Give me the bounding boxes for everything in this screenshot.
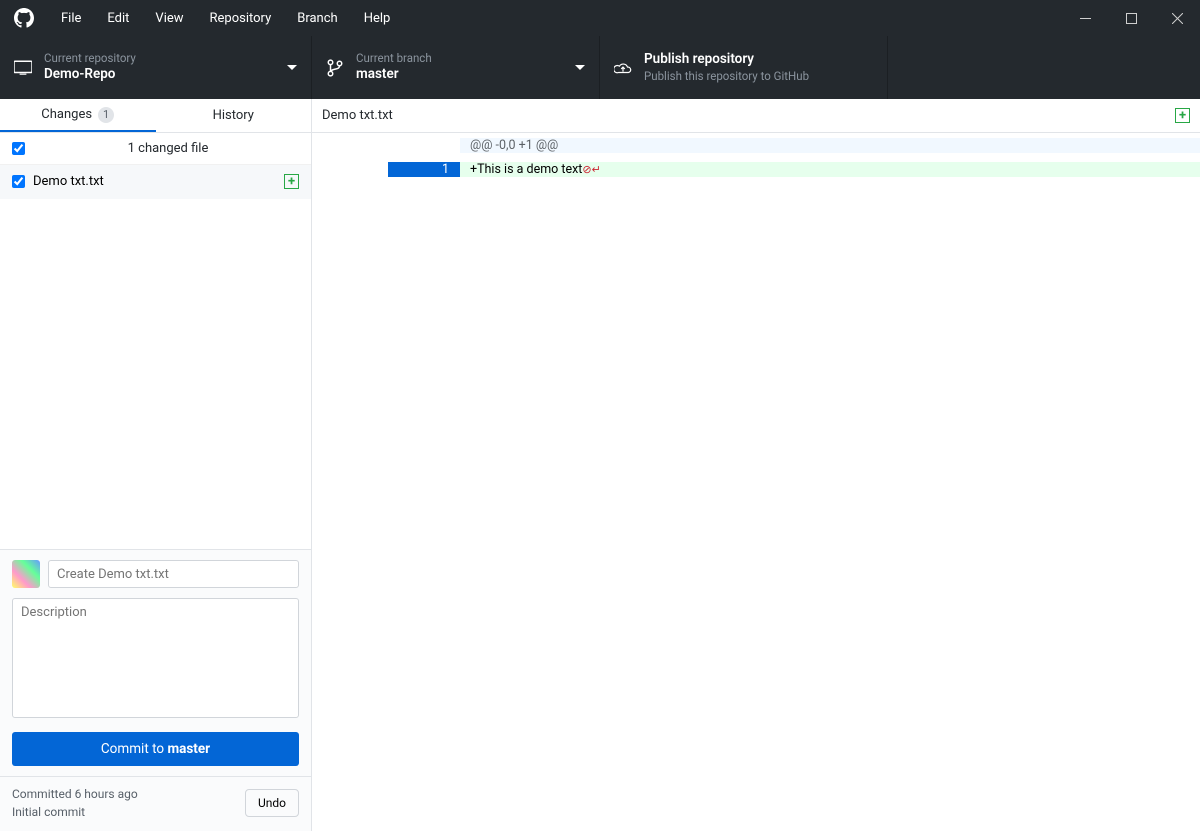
last-commit-message: Initial commit bbox=[12, 803, 138, 821]
menu-help[interactable]: Help bbox=[351, 0, 404, 36]
file-name: Demo txt.txt bbox=[33, 174, 284, 189]
changes-count-badge: 1 bbox=[98, 107, 114, 123]
publish-repository-title: Publish repository bbox=[644, 51, 809, 69]
select-all-checkbox[interactable] bbox=[12, 142, 25, 155]
publish-repository-subtitle: Publish this repository to GitHub bbox=[644, 69, 809, 84]
diff-file-name: Demo txt.txt bbox=[322, 108, 393, 123]
tab-changes[interactable]: Changes 1 bbox=[0, 99, 156, 132]
toolbar-spacer bbox=[888, 36, 1200, 99]
menu-view[interactable]: View bbox=[142, 0, 196, 36]
window-controls bbox=[1062, 0, 1200, 36]
commit-description-input[interactable] bbox=[12, 598, 299, 718]
current-repository-name: Demo-Repo bbox=[44, 66, 136, 84]
diff-header: Demo txt.txt + bbox=[312, 99, 1200, 133]
diff-line-addition[interactable]: 1 +This is a demo text⊘↵ bbox=[312, 157, 1200, 181]
current-repository-sublabel: Current repository bbox=[44, 51, 136, 66]
chevron-down-icon bbox=[287, 63, 297, 73]
chevron-down-icon bbox=[575, 63, 585, 73]
file-list-header-label: 1 changed file bbox=[37, 141, 299, 156]
maximize-button[interactable] bbox=[1108, 0, 1154, 36]
cloud-upload-icon bbox=[614, 59, 632, 77]
current-branch-dropdown[interactable]: Current branch master bbox=[312, 36, 600, 99]
toolbar: Current repository Demo-Repo Current bra… bbox=[0, 36, 1200, 99]
menu-branch[interactable]: Branch bbox=[284, 0, 350, 36]
diff-body: @@ -0,0 +1 @@ 1 +This is a demo text⊘↵ bbox=[312, 133, 1200, 181]
left-panel: Changes 1 History 1 changed file Demo tx… bbox=[0, 99, 312, 831]
undo-button[interactable]: Undo bbox=[245, 789, 299, 817]
commit-summary-input[interactable] bbox=[48, 560, 299, 588]
avatar bbox=[12, 560, 40, 588]
titlebar: File Edit View Repository Branch Help bbox=[0, 0, 1200, 36]
left-tabs: Changes 1 History bbox=[0, 99, 311, 133]
commit-button[interactable]: Commit to master bbox=[12, 732, 299, 766]
last-commit-footer: Committed 6 hours ago Initial commit Und… bbox=[0, 776, 311, 831]
file-checkbox[interactable] bbox=[12, 175, 25, 188]
last-commit-time: Committed 6 hours ago bbox=[12, 785, 138, 803]
diff-line-content: +This is a demo text⊘↵ bbox=[460, 162, 1200, 177]
no-newline-icon: ⊘↵ bbox=[582, 163, 600, 176]
tab-changes-label: Changes bbox=[41, 107, 92, 122]
diff-hunk-text: @@ -0,0 +1 @@ bbox=[460, 138, 1200, 153]
tab-history[interactable]: History bbox=[156, 99, 312, 132]
diff-panel: Demo txt.txt + @@ -0,0 +1 @@ 1 +This is … bbox=[312, 99, 1200, 831]
close-button[interactable] bbox=[1154, 0, 1200, 36]
file-added-icon: + bbox=[284, 174, 299, 189]
menu-file[interactable]: File bbox=[48, 0, 94, 36]
monitor-icon bbox=[14, 59, 32, 77]
diff-expand-icon[interactable]: + bbox=[1175, 108, 1190, 123]
publish-repository-button[interactable]: Publish repository Publish this reposito… bbox=[600, 36, 888, 99]
commit-form: Commit to master bbox=[0, 549, 311, 776]
diff-hunk-header: @@ -0,0 +1 @@ bbox=[312, 133, 1200, 157]
commit-button-branch: master bbox=[167, 741, 210, 757]
current-branch-sublabel: Current branch bbox=[356, 51, 432, 66]
content-area: Changes 1 History 1 changed file Demo tx… bbox=[0, 99, 1200, 831]
file-item[interactable]: Demo txt.txt + bbox=[0, 165, 311, 199]
menu-repository[interactable]: Repository bbox=[197, 0, 285, 36]
minimize-button[interactable] bbox=[1062, 0, 1108, 36]
file-list-header: 1 changed file bbox=[0, 133, 311, 165]
current-branch-name: master bbox=[356, 66, 432, 84]
menu-edit[interactable]: Edit bbox=[94, 0, 142, 36]
github-logo-icon bbox=[14, 8, 34, 28]
branch-icon bbox=[326, 59, 344, 77]
gutter-new: 1 bbox=[388, 162, 460, 177]
commit-button-prefix: Commit to bbox=[101, 741, 168, 757]
current-repository-dropdown[interactable]: Current repository Demo-Repo bbox=[0, 36, 312, 99]
